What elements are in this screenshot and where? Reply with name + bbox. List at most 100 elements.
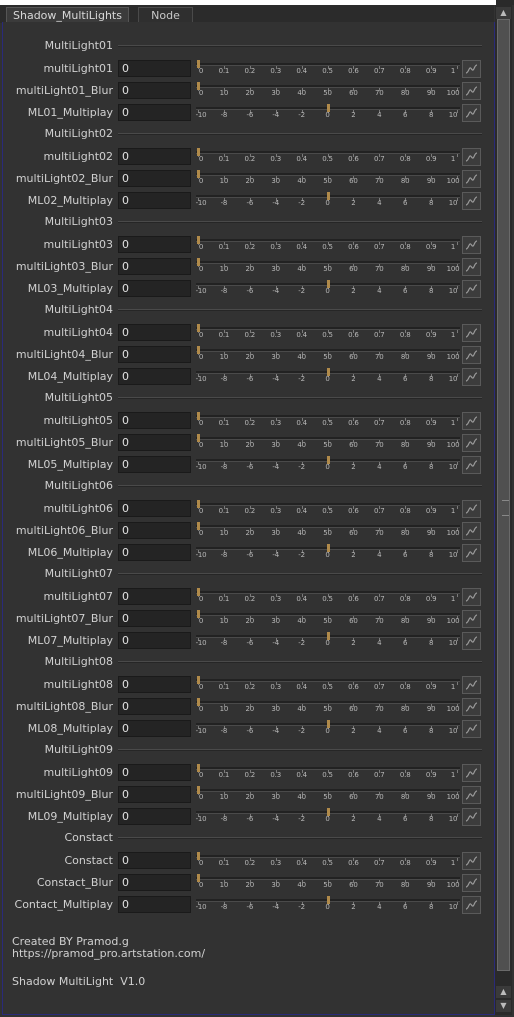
value-slider[interactable]: 0 0.1 0.2 0.3 0.4 0.5 0.6 0.7 0.8 0.9 1: [195, 852, 461, 870]
animation-curve-button[interactable]: [462, 60, 481, 78]
value-slider[interactable]: 0 0.1 0.2 0.3 0.4 0.5 0.6 0.7 0.8 0.9 1: [195, 676, 461, 694]
slider-handle[interactable]: [326, 544, 330, 552]
slider-handle[interactable]: [197, 82, 200, 90]
slider-handle[interactable]: [326, 368, 330, 376]
animation-curve-button[interactable]: [462, 676, 481, 694]
value-slider[interactable]: 0 10 20 30 40 50 60 70 80 90 100: [195, 82, 461, 100]
value-field[interactable]: 0: [118, 258, 191, 275]
value-slider[interactable]: 0 0.1 0.2 0.3 0.4 0.5 0.6 0.7 0.8 0.9 1: [195, 588, 461, 606]
value-slider[interactable]: -10 -8 -6 -4 -2 0 2 4 6 8 10: [195, 104, 461, 122]
animation-curve-button[interactable]: [462, 192, 481, 210]
value-slider[interactable]: 0 0.1 0.2 0.3 0.4 0.5 0.6 0.7 0.8 0.9 1: [195, 60, 461, 78]
slider-handle[interactable]: [197, 588, 200, 596]
value-slider[interactable]: 0 10 20 30 40 50 60 70 80 90 100: [195, 698, 461, 716]
value-slider[interactable]: -10 -8 -6 -4 -2 0 2 4 6 8 10: [195, 720, 461, 738]
value-field[interactable]: 0: [118, 764, 191, 781]
animation-curve-button[interactable]: [462, 412, 481, 430]
value-slider[interactable]: -10 -8 -6 -4 -2 0 2 4 6 8 10: [195, 896, 461, 914]
value-slider[interactable]: -10 -8 -6 -4 -2 0 2 4 6 8 10: [195, 280, 461, 298]
animation-curve-button[interactable]: [462, 434, 481, 452]
value-field[interactable]: 0: [118, 368, 191, 385]
arrow-up-icon[interactable]: ▲: [496, 7, 511, 19]
slider-handle[interactable]: [197, 610, 200, 618]
slider-handle[interactable]: [197, 258, 200, 266]
value-slider[interactable]: 0 10 20 30 40 50 60 70 80 90 100: [195, 258, 461, 276]
arrow-up-icon[interactable]: ▲: [496, 986, 511, 998]
slider-handle[interactable]: [326, 808, 330, 816]
value-field[interactable]: 0: [118, 896, 191, 913]
slider-handle[interactable]: [197, 676, 200, 684]
animation-curve-button[interactable]: [462, 258, 481, 276]
slider-handle[interactable]: [197, 346, 200, 354]
value-field[interactable]: 0: [118, 192, 191, 209]
animation-curve-button[interactable]: [462, 324, 481, 342]
slider-handle[interactable]: [326, 104, 330, 112]
value-field[interactable]: 0: [118, 808, 191, 825]
value-field[interactable]: 0: [118, 346, 191, 363]
animation-curve-button[interactable]: [462, 896, 481, 914]
slider-handle[interactable]: [197, 148, 200, 156]
value-slider[interactable]: -10 -8 -6 -4 -2 0 2 4 6 8 10: [195, 368, 461, 386]
animation-curve-button[interactable]: [462, 346, 481, 364]
value-slider[interactable]: 0 10 20 30 40 50 60 70 80 90 100: [195, 610, 461, 628]
animation-curve-button[interactable]: [462, 236, 481, 254]
value-slider[interactable]: 0 0.1 0.2 0.3 0.4 0.5 0.6 0.7 0.8 0.9 1: [195, 236, 461, 254]
value-slider[interactable]: 0 0.1 0.2 0.3 0.4 0.5 0.6 0.7 0.8 0.9 1: [195, 412, 461, 430]
value-field[interactable]: 0: [118, 544, 191, 561]
value-slider[interactable]: -10 -8 -6 -4 -2 0 2 4 6 8 10: [195, 456, 461, 474]
value-field[interactable]: 0: [118, 720, 191, 737]
value-slider[interactable]: 0 10 20 30 40 50 60 70 80 90 100: [195, 874, 461, 892]
value-field[interactable]: 0: [118, 324, 191, 341]
slider-handle[interactable]: [197, 764, 200, 772]
value-slider[interactable]: 0 0.1 0.2 0.3 0.4 0.5 0.6 0.7 0.8 0.9 1: [195, 764, 461, 782]
value-field[interactable]: 0: [118, 698, 191, 715]
value-slider[interactable]: -10 -8 -6 -4 -2 0 2 4 6 8 10: [195, 192, 461, 210]
value-slider[interactable]: -10 -8 -6 -4 -2 0 2 4 6 8 10: [195, 808, 461, 826]
value-field[interactable]: 0: [118, 60, 191, 77]
value-field[interactable]: 0: [118, 786, 191, 803]
animation-curve-button[interactable]: [462, 456, 481, 474]
value-field[interactable]: 0: [118, 82, 191, 99]
value-slider[interactable]: 0 0.1 0.2 0.3 0.4 0.5 0.6 0.7 0.8 0.9 1: [195, 148, 461, 166]
value-slider[interactable]: 0 0.1 0.2 0.3 0.4 0.5 0.6 0.7 0.8 0.9 1: [195, 500, 461, 518]
scrollbar-thumb[interactable]: [497, 19, 510, 971]
animation-curve-button[interactable]: [462, 544, 481, 562]
slider-handle[interactable]: [197, 236, 200, 244]
value-field[interactable]: 0: [118, 280, 191, 297]
slider-handle[interactable]: [197, 60, 200, 68]
value-slider[interactable]: 0 0.1 0.2 0.3 0.4 0.5 0.6 0.7 0.8 0.9 1: [195, 324, 461, 342]
value-field[interactable]: 0: [118, 170, 191, 187]
animation-curve-button[interactable]: [462, 280, 481, 298]
slider-handle[interactable]: [197, 522, 200, 530]
slider-handle[interactable]: [326, 280, 330, 288]
value-slider[interactable]: 0 10 20 30 40 50 60 70 80 90 100: [195, 170, 461, 188]
value-field[interactable]: 0: [118, 610, 191, 627]
animation-curve-button[interactable]: [462, 500, 481, 518]
animation-curve-button[interactable]: [462, 786, 481, 804]
value-field[interactable]: 0: [118, 236, 191, 253]
value-slider[interactable]: 0 10 20 30 40 50 60 70 80 90 100: [195, 346, 461, 364]
value-field[interactable]: 0: [118, 456, 191, 473]
slider-handle[interactable]: [197, 500, 200, 508]
value-slider[interactable]: 0 10 20 30 40 50 60 70 80 90 100: [195, 786, 461, 804]
value-field[interactable]: 0: [118, 874, 191, 891]
animation-curve-button[interactable]: [462, 852, 481, 870]
animation-curve-button[interactable]: [462, 368, 481, 386]
animation-curve-button[interactable]: [462, 698, 481, 716]
slider-handle[interactable]: [197, 170, 200, 178]
animation-curve-button[interactable]: [462, 82, 481, 100]
slider-handle[interactable]: [197, 698, 200, 706]
slider-handle[interactable]: [326, 896, 330, 904]
slider-handle[interactable]: [197, 786, 200, 794]
slider-handle[interactable]: [197, 852, 200, 860]
animation-curve-button[interactable]: [462, 104, 481, 122]
animation-curve-button[interactable]: [462, 588, 481, 606]
animation-curve-button[interactable]: [462, 874, 481, 892]
animation-curve-button[interactable]: [462, 764, 481, 782]
value-slider[interactable]: 0 10 20 30 40 50 60 70 80 90 100: [195, 522, 461, 540]
value-field[interactable]: 0: [118, 434, 191, 451]
value-slider[interactable]: 0 10 20 30 40 50 60 70 80 90 100: [195, 434, 461, 452]
value-field[interactable]: 0: [118, 412, 191, 429]
value-field[interactable]: 0: [118, 148, 191, 165]
animation-curve-button[interactable]: [462, 632, 481, 650]
